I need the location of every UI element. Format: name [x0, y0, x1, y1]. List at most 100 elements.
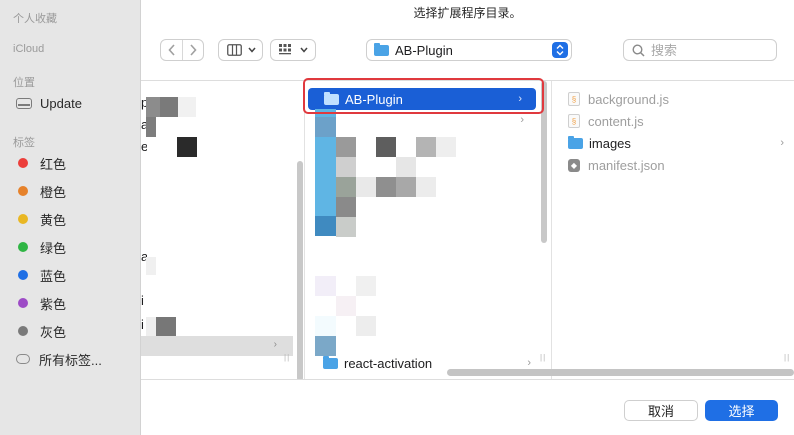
- browser-column-1: p a e a i i ›: [141, 81, 293, 379]
- file-label: background.js: [588, 91, 669, 107]
- search-field[interactable]: [623, 39, 777, 61]
- blurred-region: [156, 317, 176, 337]
- blurred-region: [315, 117, 336, 137]
- blurred-region: [336, 177, 356, 197]
- sidebar-section-favorites: 个人收藏: [13, 13, 57, 25]
- sidebar-all-tags[interactable]: 所有标签...: [14, 348, 102, 370]
- cancel-button[interactable]: 取消: [624, 400, 698, 421]
- column-resize-handle[interactable]: ||: [284, 353, 290, 362]
- column1-vertical-scrollbar[interactable]: [297, 161, 303, 379]
- disk-icon: [16, 97, 32, 109]
- tag-dot-icon: [18, 298, 28, 308]
- sidebar-item-label: 橙色: [40, 184, 67, 200]
- sidebar-tag-yellow[interactable]: 黄色: [14, 208, 66, 230]
- sidebar-tag-blue[interactable]: 蓝色: [14, 264, 66, 286]
- blurred-region: [315, 316, 336, 336]
- horizontal-scrollbar[interactable]: [447, 369, 794, 376]
- file-row-content-js[interactable]: § content.js: [568, 110, 790, 132]
- file-label: content.js: [588, 113, 644, 129]
- forward-button[interactable]: [182, 40, 203, 60]
- sidebar-item-label: 紫色: [40, 296, 67, 312]
- blurred-region: [356, 276, 376, 296]
- folder-label: images: [589, 135, 631, 151]
- blurred-region: [178, 97, 196, 117]
- column-resize-handle[interactable]: ||: [540, 353, 546, 362]
- tag-outline-icon: [16, 354, 30, 364]
- sidebar-item-label: 蓝色: [40, 268, 67, 284]
- blurred-region: [336, 296, 356, 316]
- truncated-text: e: [141, 139, 147, 154]
- file-row-background-js[interactable]: § background.js: [568, 88, 790, 110]
- sidebar-item-label: 黄色: [40, 212, 67, 228]
- blurred-region: [396, 177, 416, 197]
- blurred-region: [396, 157, 416, 177]
- updown-arrows-icon: [552, 42, 568, 58]
- grid-icon: [279, 44, 291, 55]
- folder-icon: [568, 135, 583, 149]
- sidebar: 个人收藏 iCloud 位置 Update 标签 红色 橙色 黄色 绿色 蓝色: [0, 0, 141, 435]
- chevron-right-icon: ›: [527, 357, 531, 369]
- sidebar-tag-purple[interactable]: 紫色: [14, 292, 66, 314]
- browser-column-3: § background.js § content.js images › ◆ …: [552, 81, 794, 379]
- file-row-manifest-json[interactable]: ◆ manifest.json: [568, 154, 790, 176]
- blurred-region: [416, 137, 436, 157]
- blurred-region: [416, 177, 436, 197]
- highlight-box: [303, 78, 544, 114]
- blurred-region: [376, 177, 396, 197]
- sidebar-tag-red[interactable]: 红色: [14, 152, 66, 174]
- sidebar-tag-gray[interactable]: 灰色: [14, 320, 66, 342]
- blurred-region: [356, 316, 376, 336]
- location-popup[interactable]: AB-Plugin: [366, 39, 572, 61]
- blurred-region: [336, 137, 356, 157]
- truncated-text: i: [141, 293, 144, 308]
- chevron-right-icon: [190, 44, 197, 56]
- chevron-right-icon: ›: [520, 114, 524, 126]
- search-icon: [632, 43, 645, 57]
- blurred-region: [315, 276, 336, 296]
- sidebar-tag-orange[interactable]: 橙色: [14, 180, 66, 202]
- js-file-icon: §: [568, 92, 580, 106]
- file-label: manifest.json: [588, 157, 665, 173]
- chevron-down-icon: [248, 47, 256, 53]
- blurred-region: [146, 117, 156, 137]
- blurred-region: [177, 137, 197, 157]
- blurred-region: [336, 157, 356, 177]
- blurred-region: [146, 257, 156, 275]
- search-input[interactable]: [651, 42, 761, 58]
- sidebar-section-locations: 位置: [13, 77, 35, 89]
- blurred-region: [436, 137, 456, 157]
- folder-icon: [323, 355, 338, 369]
- choose-button[interactable]: 选择: [705, 400, 778, 421]
- sidebar-item-label: Update: [40, 95, 82, 111]
- group-by-button[interactable]: [270, 39, 316, 61]
- location-label: AB-Plugin: [395, 42, 453, 58]
- view-mode-button[interactable]: [218, 39, 263, 61]
- selected-row[interactable]: ›: [141, 336, 293, 356]
- sidebar-tag-green[interactable]: 绿色: [14, 236, 66, 258]
- blurred-region: [356, 177, 376, 197]
- blurred-region: [336, 197, 356, 217]
- sidebar-item-update[interactable]: Update: [14, 92, 82, 114]
- tag-dot-icon: [18, 158, 28, 168]
- chevron-right-icon: ›: [780, 137, 784, 149]
- browser-column-2: AB-Plugin › › react-activation ›: [305, 81, 538, 379]
- json-file-icon: ◆: [568, 158, 580, 172]
- column-browser: p a e a i i › || AB-Plugin: [141, 80, 794, 380]
- chevron-down-icon: [300, 47, 308, 53]
- folder-icon: [374, 42, 389, 56]
- blurred-region: [336, 217, 356, 237]
- blurred-region: [146, 97, 160, 117]
- sidebar-item-label: 红色: [40, 156, 67, 172]
- folder-label: react-activation: [344, 355, 433, 371]
- chevron-left-icon: [167, 44, 175, 56]
- column-resize-handle[interactable]: ||: [784, 353, 790, 362]
- tag-dot-icon: [18, 214, 28, 224]
- blurred-region: [160, 97, 178, 117]
- folder-row-images[interactable]: images ›: [568, 132, 790, 154]
- sidebar-section-tags: 标签: [13, 137, 35, 149]
- sidebar-item-label: 所有标签...: [39, 352, 102, 368]
- back-button[interactable]: [161, 40, 182, 60]
- blurred-region: [376, 137, 396, 157]
- nav-button-group: [160, 39, 204, 61]
- columns-view-icon: [227, 44, 242, 56]
